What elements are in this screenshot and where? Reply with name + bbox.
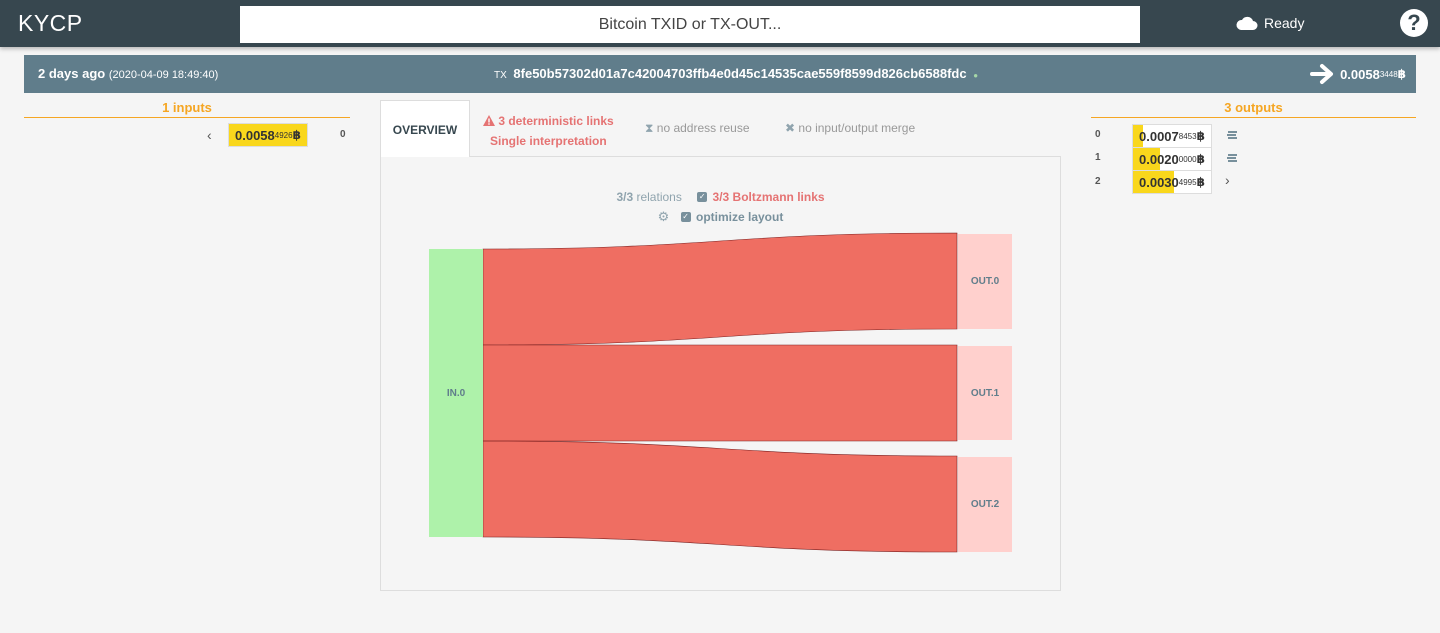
output-index: 1 [1095,152,1101,163]
analysis-tabs: OVERVIEW 3 deterministic links Single in… [380,100,1060,157]
tab-io-merge-label: no input/output merge [798,121,916,135]
amount-small: 4995 [1178,177,1197,187]
chevron-left-icon[interactable]: ‹ [207,127,212,143]
sankey-link-0[interactable] [482,232,958,346]
output-row[interactable]: 1 0.0020 0000 ฿ [1091,147,1416,171]
tx-header: 2 days ago (2020-04-09 18:49:40) TX 8fe5… [24,55,1416,93]
outputs-heading: 3 outputs [1091,100,1416,118]
copy-icon[interactable]: ● [973,71,978,80]
input-row[interactable]: ‹ 0.0058 4926 ฿ 0 [24,123,350,147]
output-index: 2 [1095,176,1101,187]
sankey-diagram: IN.0 OUT.0 OUT.1 OUT.2 [429,232,1012,553]
warning-line-1: 3 deterministic links [498,114,614,128]
tab-io-merge[interactable]: ✖ no input/output merge [785,121,915,135]
output-index: 0 [1095,129,1101,140]
output-node-label: OUT.1 [971,388,1000,399]
compress-icon: ✖ [785,121,796,135]
chevron-right-icon[interactable]: › [1225,172,1230,188]
amount-main: 0.0007 [1139,128,1179,144]
total-small: 3448 [1379,69,1398,79]
tx-id: TX 8fe50b57302d01a7c42004703ffb4e0d45c14… [494,66,978,81]
arrow-right-icon [1310,64,1334,84]
total-main: 0.0058 [1340,66,1380,82]
input-index: 0 [340,129,346,140]
bitcoin-icon: ฿ [1196,175,1205,189]
sankey-link-1[interactable] [482,344,958,442]
tab-address-reuse[interactable]: ⧗ no address reuse [645,121,750,136]
bitcoin-icon: ฿ [292,128,301,142]
fish-icon: ⧗ [645,121,654,135]
txid-text[interactable]: 8fe50b57302d01a7c42004703ffb4e0d45c14535… [513,66,966,81]
amount-small: 8453 [1178,131,1197,141]
coins-icon[interactable] [1226,152,1238,164]
amount-small: 4926 [274,130,293,140]
amount-main: 0.0030 [1139,174,1179,190]
cloud-icon [1236,16,1258,30]
output-amount: 0.0030 4995 ฿ [1132,170,1212,194]
bitcoin-icon: ฿ [1196,129,1205,143]
top-bar: KYCP Ready ? [0,0,1440,47]
brand-logo[interactable]: KYCP [18,10,83,37]
inputs-heading: 1 inputs [24,100,350,118]
bitcoin-icon: ฿ [1397,67,1406,81]
status-text: Ready [1264,15,1305,31]
amount-main: 0.0020 [1139,151,1179,167]
tab-deterministic-links[interactable]: 3 deterministic links Single interpretat… [483,111,614,151]
output-amount: 0.0007 8453 ฿ [1132,124,1212,148]
warning-line-2: Single interpretation [490,134,607,148]
amount-small: 0000 [1178,154,1197,164]
tx-total: 0.0058 3448 ฿ [1310,63,1406,85]
amount-main: 0.0058 [235,127,275,143]
tx-age: 2 days ago (2020-04-09 18:49:40) [38,66,218,81]
output-node-label: OUT.0 [971,276,1000,287]
tx-date: (2020-04-09 18:49:40) [108,69,219,81]
tab-overview[interactable]: OVERVIEW [380,100,470,157]
tx-age-text: 2 days ago [38,66,106,81]
tab-address-reuse-label: no address reuse [656,121,750,135]
input-node-label: IN.0 [447,388,466,399]
search-input[interactable] [240,6,1140,43]
tx-prefix: TX [494,70,507,81]
coins-icon[interactable] [1226,129,1238,141]
warning-icon [483,115,495,126]
input-amount: 0.0058 4926 ฿ [228,123,308,147]
sankey-link-2[interactable] [482,440,958,553]
output-row[interactable]: 0 0.0007 8453 ฿ [1091,124,1416,148]
help-icon[interactable]: ? [1400,9,1428,37]
bitcoin-icon: ฿ [1196,152,1205,166]
status-indicator: Ready [1236,15,1304,31]
output-amount: 0.0020 0000 ฿ [1132,147,1212,171]
output-node-label: OUT.2 [971,499,1000,510]
output-row[interactable]: 2 0.0030 4995 ฿ › [1091,170,1416,194]
